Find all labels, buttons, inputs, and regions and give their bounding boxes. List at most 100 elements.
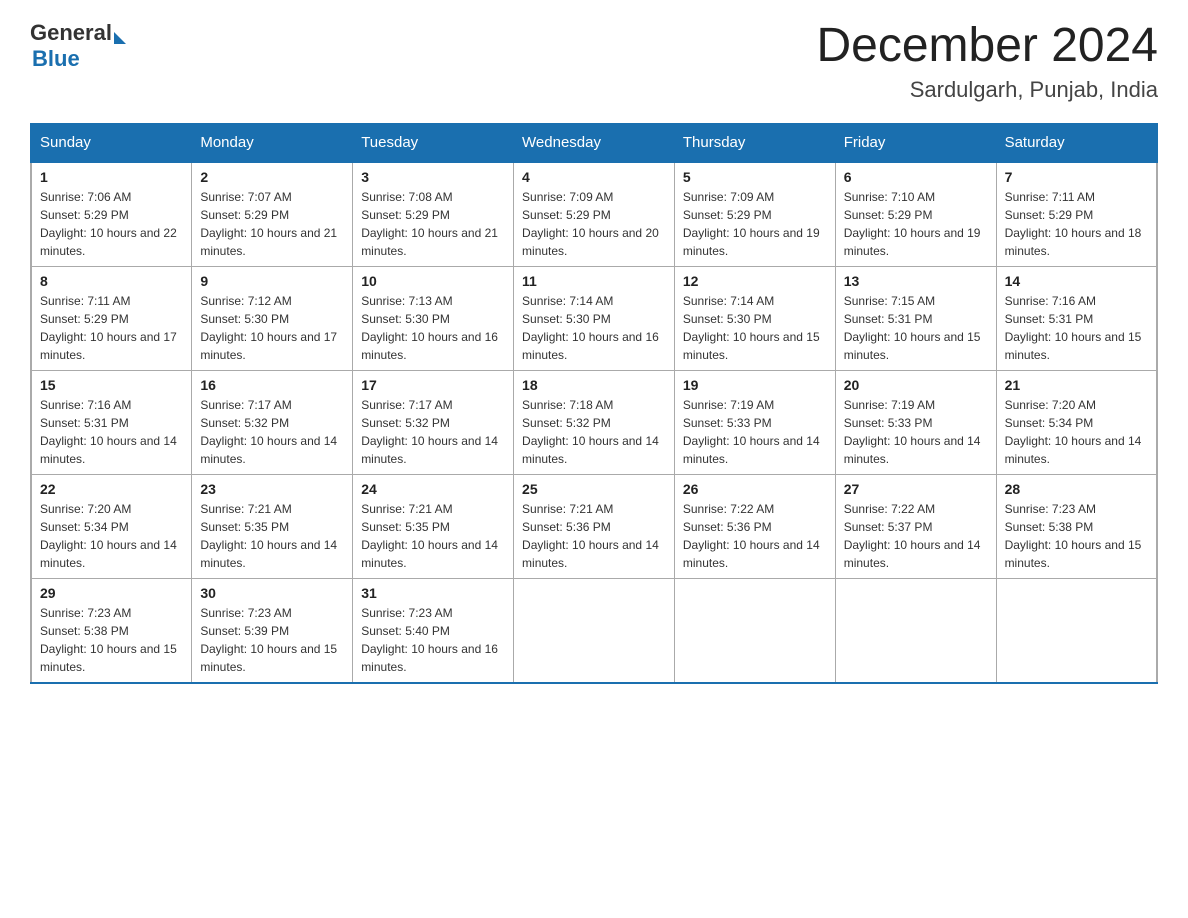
day-number: 6 [844,169,988,185]
calendar-cell: 20 Sunrise: 7:19 AMSunset: 5:33 PMDaylig… [835,370,996,474]
calendar-cell: 10 Sunrise: 7:13 AMSunset: 5:30 PMDaylig… [353,266,514,370]
calendar-cell [514,578,675,683]
calendar-cell: 18 Sunrise: 7:18 AMSunset: 5:32 PMDaylig… [514,370,675,474]
day-info: Sunrise: 7:21 AMSunset: 5:35 PMDaylight:… [200,502,337,570]
calendar-cell: 22 Sunrise: 7:20 AMSunset: 5:34 PMDaylig… [31,474,192,578]
day-number: 28 [1005,481,1148,497]
day-number: 4 [522,169,666,185]
calendar-cell: 7 Sunrise: 7:11 AMSunset: 5:29 PMDayligh… [996,162,1157,267]
calendar-cell: 30 Sunrise: 7:23 AMSunset: 5:39 PMDaylig… [192,578,353,683]
calendar-cell: 17 Sunrise: 7:17 AMSunset: 5:32 PMDaylig… [353,370,514,474]
day-info: Sunrise: 7:17 AMSunset: 5:32 PMDaylight:… [200,398,337,466]
day-info: Sunrise: 7:14 AMSunset: 5:30 PMDaylight:… [522,294,659,362]
day-number: 20 [844,377,988,393]
day-number: 10 [361,273,505,289]
calendar-cell: 19 Sunrise: 7:19 AMSunset: 5:33 PMDaylig… [674,370,835,474]
calendar-cell: 16 Sunrise: 7:17 AMSunset: 5:32 PMDaylig… [192,370,353,474]
day-number: 5 [683,169,827,185]
title-section: December 2024 Sardulgarh, Punjab, India [816,20,1158,103]
day-info: Sunrise: 7:21 AMSunset: 5:36 PMDaylight:… [522,502,659,570]
day-info: Sunrise: 7:19 AMSunset: 5:33 PMDaylight:… [683,398,820,466]
day-info: Sunrise: 7:21 AMSunset: 5:35 PMDaylight:… [361,502,498,570]
day-number: 11 [522,273,666,289]
logo-blue-text: Blue [32,46,126,72]
day-info: Sunrise: 7:18 AMSunset: 5:32 PMDaylight:… [522,398,659,466]
logo-arrow-icon [114,32,126,44]
calendar-cell: 29 Sunrise: 7:23 AMSunset: 5:38 PMDaylig… [31,578,192,683]
day-info: Sunrise: 7:13 AMSunset: 5:30 PMDaylight:… [361,294,498,362]
header-tuesday: Tuesday [353,123,514,162]
calendar-cell: 15 Sunrise: 7:16 AMSunset: 5:31 PMDaylig… [31,370,192,474]
day-number: 26 [683,481,827,497]
calendar-cell: 26 Sunrise: 7:22 AMSunset: 5:36 PMDaylig… [674,474,835,578]
day-number: 8 [40,273,183,289]
day-info: Sunrise: 7:22 AMSunset: 5:37 PMDaylight:… [844,502,981,570]
header-wednesday: Wednesday [514,123,675,162]
day-info: Sunrise: 7:22 AMSunset: 5:36 PMDaylight:… [683,502,820,570]
day-info: Sunrise: 7:12 AMSunset: 5:30 PMDaylight:… [200,294,337,362]
day-info: Sunrise: 7:06 AMSunset: 5:29 PMDaylight:… [40,190,177,258]
day-number: 13 [844,273,988,289]
day-info: Sunrise: 7:10 AMSunset: 5:29 PMDaylight:… [844,190,981,258]
day-number: 16 [200,377,344,393]
calendar-cell: 13 Sunrise: 7:15 AMSunset: 5:31 PMDaylig… [835,266,996,370]
calendar-cell: 12 Sunrise: 7:14 AMSunset: 5:30 PMDaylig… [674,266,835,370]
calendar-cell: 6 Sunrise: 7:10 AMSunset: 5:29 PMDayligh… [835,162,996,267]
day-number: 22 [40,481,183,497]
day-number: 12 [683,273,827,289]
calendar-cell [674,578,835,683]
day-info: Sunrise: 7:07 AMSunset: 5:29 PMDaylight:… [200,190,337,258]
calendar-cell: 23 Sunrise: 7:21 AMSunset: 5:35 PMDaylig… [192,474,353,578]
calendar-week-row: 1 Sunrise: 7:06 AMSunset: 5:29 PMDayligh… [31,162,1157,267]
calendar-cell: 11 Sunrise: 7:14 AMSunset: 5:30 PMDaylig… [514,266,675,370]
day-number: 17 [361,377,505,393]
day-number: 19 [683,377,827,393]
calendar-cell [835,578,996,683]
day-number: 31 [361,585,505,601]
calendar-subtitle: Sardulgarh, Punjab, India [816,77,1158,103]
calendar-week-row: 15 Sunrise: 7:16 AMSunset: 5:31 PMDaylig… [31,370,1157,474]
day-info: Sunrise: 7:16 AMSunset: 5:31 PMDaylight:… [40,398,177,466]
day-number: 25 [522,481,666,497]
day-info: Sunrise: 7:09 AMSunset: 5:29 PMDaylight:… [683,190,820,258]
header-thursday: Thursday [674,123,835,162]
logo-general-text: General [30,20,112,46]
day-number: 15 [40,377,183,393]
day-number: 1 [40,169,183,185]
calendar-cell: 14 Sunrise: 7:16 AMSunset: 5:31 PMDaylig… [996,266,1157,370]
header-friday: Friday [835,123,996,162]
day-info: Sunrise: 7:23 AMSunset: 5:39 PMDaylight:… [200,606,337,674]
calendar-cell: 8 Sunrise: 7:11 AMSunset: 5:29 PMDayligh… [31,266,192,370]
header-saturday: Saturday [996,123,1157,162]
calendar-cell: 21 Sunrise: 7:20 AMSunset: 5:34 PMDaylig… [996,370,1157,474]
day-number: 14 [1005,273,1148,289]
calendar-cell: 5 Sunrise: 7:09 AMSunset: 5:29 PMDayligh… [674,162,835,267]
calendar-cell: 28 Sunrise: 7:23 AMSunset: 5:38 PMDaylig… [996,474,1157,578]
day-info: Sunrise: 7:09 AMSunset: 5:29 PMDaylight:… [522,190,659,258]
day-number: 24 [361,481,505,497]
calendar-week-row: 29 Sunrise: 7:23 AMSunset: 5:38 PMDaylig… [31,578,1157,683]
calendar-cell: 27 Sunrise: 7:22 AMSunset: 5:37 PMDaylig… [835,474,996,578]
day-info: Sunrise: 7:23 AMSunset: 5:38 PMDaylight:… [1005,502,1142,570]
day-number: 7 [1005,169,1148,185]
calendar-title: December 2024 [816,20,1158,73]
calendar-week-row: 22 Sunrise: 7:20 AMSunset: 5:34 PMDaylig… [31,474,1157,578]
calendar-cell: 1 Sunrise: 7:06 AMSunset: 5:29 PMDayligh… [31,162,192,267]
day-info: Sunrise: 7:11 AMSunset: 5:29 PMDaylight:… [40,294,177,362]
day-number: 21 [1005,377,1148,393]
day-number: 2 [200,169,344,185]
day-number: 30 [200,585,344,601]
day-number: 9 [200,273,344,289]
day-info: Sunrise: 7:20 AMSunset: 5:34 PMDaylight:… [1005,398,1142,466]
day-info: Sunrise: 7:19 AMSunset: 5:33 PMDaylight:… [844,398,981,466]
calendar-cell [996,578,1157,683]
logo: General Blue [30,20,126,73]
day-number: 3 [361,169,505,185]
calendar-header-row: SundayMondayTuesdayWednesdayThursdayFrid… [31,123,1157,162]
day-number: 23 [200,481,344,497]
day-info: Sunrise: 7:15 AMSunset: 5:31 PMDaylight:… [844,294,981,362]
calendar-cell: 4 Sunrise: 7:09 AMSunset: 5:29 PMDayligh… [514,162,675,267]
day-number: 27 [844,481,988,497]
day-info: Sunrise: 7:17 AMSunset: 5:32 PMDaylight:… [361,398,498,466]
header-monday: Monday [192,123,353,162]
